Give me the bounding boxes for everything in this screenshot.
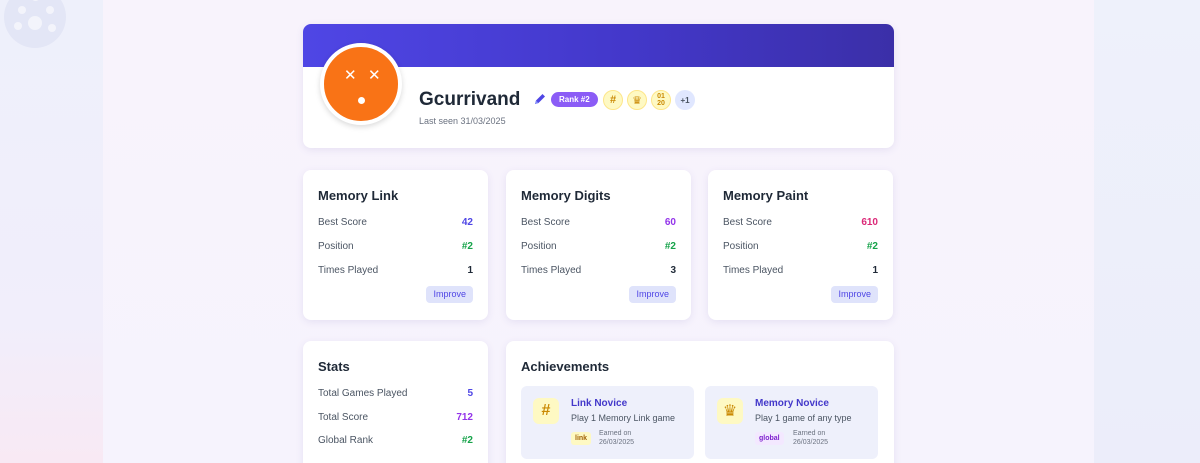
achievement-name: Memory Novice <box>755 398 829 409</box>
times-played-value: 1 <box>872 265 878 276</box>
achievement-tag: link <box>571 432 592 445</box>
profile-card: ✕ ✕ Gcurrivand Rank #2 # ♛ 01 20 +1 Last … <box>303 24 894 148</box>
game-card-memory-digits: Memory Digits Best Score 60 Position #2 … <box>506 170 691 320</box>
best-score-value: 610 <box>861 217 878 228</box>
avatar[interactable]: ✕ ✕ <box>320 43 402 125</box>
avatar-mouth-icon <box>358 97 365 104</box>
stat-label: Total Score <box>318 412 369 423</box>
times-played-label: Times Played <box>723 265 784 276</box>
achievement-item[interactable]: # Link Novice Play 1 Memory Link game li… <box>521 386 694 459</box>
achievement-description: Play 1 game of any type <box>755 413 852 423</box>
best-score-value: 42 <box>461 217 473 228</box>
stats-card: Stats Total Games Played 5 Total Score 7… <box>303 341 488 463</box>
stats-title: Stats <box>318 359 350 374</box>
improve-button[interactable]: Improve <box>831 286 878 303</box>
game-title: Memory Digits <box>521 188 611 203</box>
crown-icon: ♛ <box>717 398 743 424</box>
more-achievements-badge[interactable]: +1 <box>675 90 695 110</box>
avatar-eye-icon: ✕ <box>368 67 381 84</box>
stat-value: 5 <box>467 388 473 399</box>
game-title: Memory Paint <box>723 188 809 203</box>
achievement-earned: Earned on 26/03/2025 <box>599 429 634 448</box>
achievement-description: Play 1 Memory Link game <box>571 413 676 423</box>
improve-button[interactable]: Improve <box>629 286 676 303</box>
username: Gcurrivand <box>419 89 521 110</box>
grid-icon: # <box>533 398 559 424</box>
best-score-value: 60 <box>664 217 676 228</box>
grid-icon[interactable]: # <box>603 90 623 110</box>
achievements-card: Achievements # Link Novice Play 1 Memory… <box>506 341 894 463</box>
times-played-value: 3 <box>670 265 676 276</box>
last-seen: Last seen 31/03/2025 <box>419 116 506 126</box>
achievement-earned: Earned on 26/03/2025 <box>793 429 828 448</box>
earned-label: Earned on <box>599 430 632 437</box>
left-background <box>0 0 103 463</box>
achievement-tag: global <box>755 432 784 445</box>
profile-page: ✕ ✕ Gcurrivand Rank #2 # ♛ 01 20 +1 Last … <box>103 0 1094 463</box>
stat-label: Global Rank <box>318 435 374 446</box>
stat-value: #2 <box>461 435 473 446</box>
position-value: #2 <box>866 241 878 252</box>
earned-date: 26/03/2025 <box>793 439 829 447</box>
stat-label: Total Games Played <box>318 388 408 399</box>
earned-label: Earned on <box>793 430 826 437</box>
position-label: Position <box>318 241 354 252</box>
best-score-label: Best Score <box>521 217 570 228</box>
achievement-item[interactable]: ♛ Memory Novice Play 1 game of any type … <box>705 386 878 459</box>
reel-decoration-icon <box>4 0 66 48</box>
crown-icon[interactable]: ♛ <box>627 90 647 110</box>
game-card-memory-paint: Memory Paint Best Score 610 Position #2 … <box>708 170 893 320</box>
times-played-value: 1 <box>467 265 473 276</box>
avatar-eye-icon: ✕ <box>344 67 357 84</box>
best-score-label: Best Score <box>723 217 772 228</box>
position-value: #2 <box>664 241 676 252</box>
right-background <box>1094 0 1200 463</box>
stat-value: 712 <box>456 412 473 423</box>
game-card-memory-link: Memory Link Best Score 42 Position #2 Ti… <box>303 170 488 320</box>
achievement-name: Link Novice <box>571 398 628 409</box>
times-played-label: Times Played <box>521 265 582 276</box>
game-title: Memory Link <box>318 188 399 203</box>
digits-icon[interactable]: 01 20 <box>651 90 671 110</box>
position-value: #2 <box>461 241 473 252</box>
best-score-label: Best Score <box>318 217 367 228</box>
rank-badge: Rank #2 <box>551 92 598 107</box>
earned-date: 26/03/2025 <box>599 439 635 447</box>
position-label: Position <box>723 241 759 252</box>
position-label: Position <box>521 241 557 252</box>
edit-pencil-icon[interactable] <box>533 92 547 106</box>
times-played-label: Times Played <box>318 265 379 276</box>
improve-button[interactable]: Improve <box>426 286 473 303</box>
achievements-title: Achievements <box>521 359 610 374</box>
